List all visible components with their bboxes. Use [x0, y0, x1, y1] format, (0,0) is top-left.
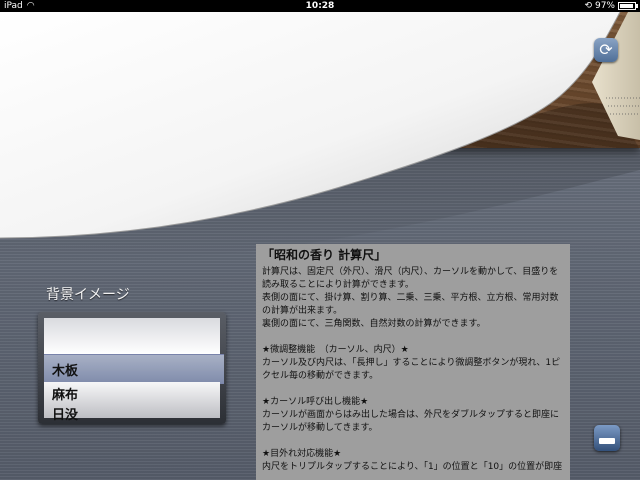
paragraph-2: 表側の面にて、掛け算、割り算、二乗、三乗、平方根、立方根、常用対数の計算が出来ま…: [262, 293, 559, 316]
paragraph-1: 計算尺は、固定尺（外尺）、滑尺（内尺）、カーソルを動かして、目盛りを読み取ること…: [262, 267, 559, 290]
description-panel[interactable]: 「昭和の香り 計算尺」 計算尺は、固定尺（外尺）、滑尺（内尺）、カーソルを動かし…: [256, 244, 570, 480]
paragraph-11: ★目外れ対応機能★: [262, 449, 342, 459]
picker-blank-area: [44, 318, 220, 354]
paragraph-3: 裏側の面にて、三角関数、自然対数の計算ができます。: [262, 319, 486, 329]
paragraph-8: ★カーソル呼び出し機能★: [262, 397, 369, 407]
paragraph-6: カーソル及び内尺は、「長押し」することにより微調整ボタンが現れ、1ピクセル毎の移…: [262, 358, 561, 381]
picker-label: 背景イメージ: [46, 287, 130, 303]
slide-rule-button[interactable]: [594, 425, 620, 451]
picker-option-linen[interactable]: 麻布: [52, 384, 78, 403]
panel-body: 計算尺は、固定尺（外尺）、滑尺（内尺）、カーソルを動かして、目盛りを読み取ること…: [262, 266, 564, 474]
ruler-icon: [599, 438, 615, 444]
refresh-button[interactable]: ⟳: [594, 38, 618, 62]
paragraph-5: ★微調整機能 （カーソル、内尺）★: [262, 345, 409, 355]
paragraph-12: 内尺をトリプルタップすることにより、「1」の位置と「10」の位置が即座: [262, 462, 563, 472]
refresh-icon: ⟳: [599, 40, 613, 59]
picker-option-sunset[interactable]: 日没: [52, 404, 78, 423]
panel-title: 「昭和の香り 計算尺」: [262, 248, 387, 262]
picker-option-wood[interactable]: 木板: [52, 360, 78, 379]
paragraph-9: カーソルが画面からはみ出した場合は、外尺をダブルタップすると即座にカーソルが移動…: [262, 410, 560, 433]
